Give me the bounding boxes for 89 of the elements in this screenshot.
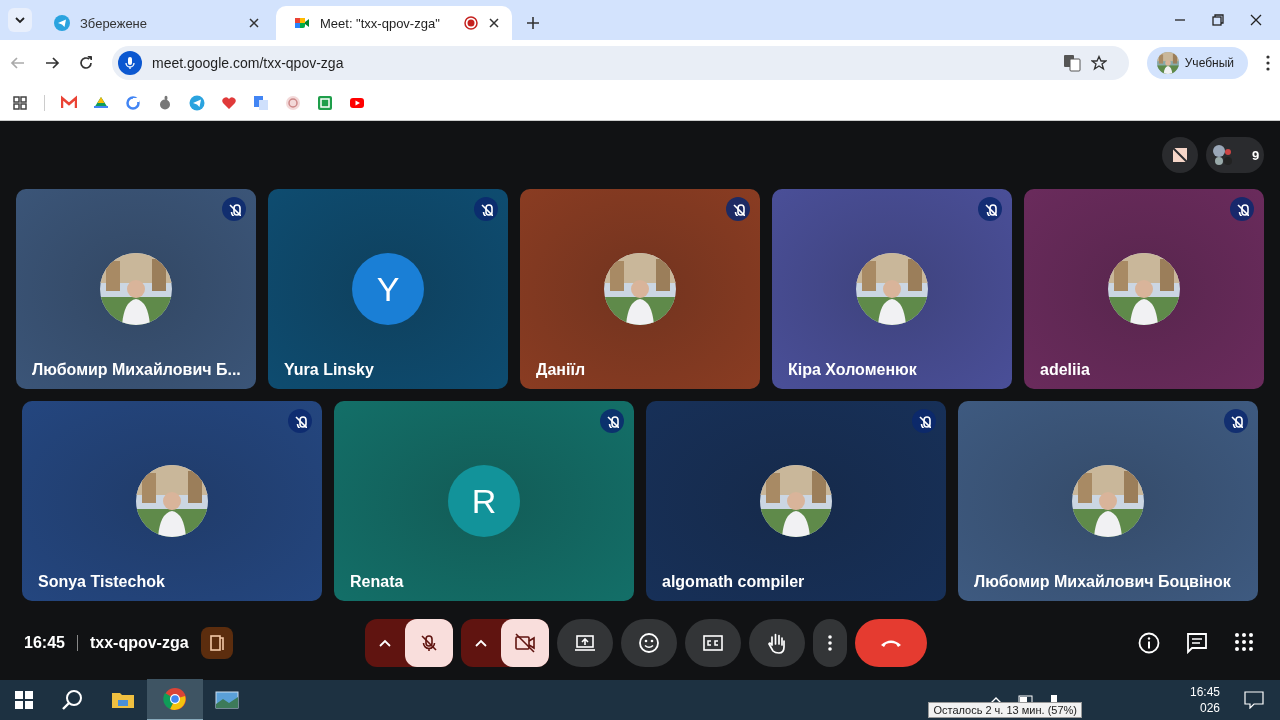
avatar-stack-icon	[1210, 144, 1233, 166]
forward-arrow-icon[interactable]	[44, 54, 60, 71]
camera-off-icon	[514, 632, 536, 653]
info-icon[interactable]	[1138, 631, 1160, 654]
participant-name: Даніїл	[536, 361, 586, 379]
microphone-button[interactable]	[118, 50, 142, 75]
profile-button[interactable]: Учебный	[1146, 46, 1248, 79]
meeting-code: txx-qpov-zga	[89, 633, 189, 652]
apps-grid-icon[interactable]	[12, 94, 28, 111]
notifications-icon[interactable]	[1244, 691, 1264, 709]
browser-tab[interactable]: Meet: "txx-qpov-zga"	[276, 6, 512, 40]
tab-title: Збережене	[80, 15, 149, 31]
translate-icon[interactable]	[253, 94, 269, 111]
participant-name: Yura Linsky	[284, 361, 374, 379]
participant-name: Любомир Михайлович Боцвінок	[974, 573, 1231, 591]
tab-title: Meet: "txx-qpov-zga"	[320, 15, 441, 31]
mic-off-icon	[605, 414, 619, 428]
mic-off-icon	[983, 202, 997, 216]
more-vertical-icon[interactable]	[1266, 54, 1270, 71]
taskbar-time: 16:45	[1189, 684, 1220, 700]
browser-tab[interactable]: Збережене	[36, 6, 272, 40]
microphone-button[interactable]	[405, 618, 453, 667]
mic-off-icon	[917, 414, 931, 428]
paper-plane-icon[interactable]	[189, 94, 205, 111]
leave-call-button[interactable]	[855, 618, 927, 667]
avatar-letter: R	[448, 465, 520, 537]
close-icon[interactable]	[1250, 14, 1262, 26]
present-button[interactable]	[557, 618, 613, 667]
mic-off-icon	[1235, 202, 1249, 216]
mic-off-icon	[419, 632, 439, 653]
browser-logo-icon	[163, 687, 187, 711]
search-icon	[61, 689, 83, 711]
door-icon	[208, 633, 225, 652]
meeting-time: 16:45	[24, 633, 65, 652]
folder-icon	[111, 690, 135, 710]
mic-off-icon	[479, 202, 493, 216]
apps-grid-icon[interactable]	[1234, 631, 1254, 652]
camera-icon	[294, 15, 310, 31]
close-icon[interactable]	[488, 17, 500, 29]
windows-logo-icon	[15, 691, 33, 709]
participants-button[interactable]: 9	[1206, 137, 1264, 173]
microphone-icon	[124, 55, 136, 70]
apple-icon[interactable]	[157, 94, 173, 111]
battery-tooltip: Осталось 2 ч. 13 мин. (57%)	[928, 702, 1082, 718]
mic-off-icon	[293, 414, 307, 428]
restore-icon[interactable]	[1212, 14, 1224, 26]
tab-search-button[interactable]	[8, 8, 32, 32]
more-vertical-icon	[828, 634, 832, 651]
participant-name: adeliia	[1040, 361, 1090, 379]
landscape-icon	[215, 691, 239, 709]
more-options-button[interactable]	[813, 618, 847, 667]
reload-icon[interactable]	[78, 54, 94, 71]
camera-off-button[interactable]	[1162, 137, 1198, 173]
chevron-down-icon	[15, 15, 25, 25]
mic-off-icon	[1229, 414, 1243, 428]
taskbar-date: 026	[1199, 700, 1220, 716]
hand-icon	[767, 631, 787, 654]
heart-icon[interactable]	[221, 94, 237, 111]
captions-button[interactable]	[685, 618, 741, 667]
mic-off-icon	[227, 202, 241, 216]
letter-g-icon[interactable]	[125, 94, 141, 111]
plus-icon[interactable]	[526, 16, 540, 30]
browser-taskbar-button[interactable]	[147, 679, 203, 720]
participant-name: Любомир Михайлович Б...	[32, 361, 241, 379]
raise-hand-button[interactable]	[749, 618, 805, 667]
participant-name: Кіра Холоменюк	[788, 361, 917, 379]
caret-up-icon	[379, 638, 391, 647]
star-icon[interactable]	[1090, 54, 1107, 71]
avatar-letter: Y	[352, 253, 424, 325]
reactions-button[interactable]	[621, 618, 677, 667]
close-icon[interactable]	[248, 17, 260, 29]
paper-plane-icon	[54, 15, 70, 31]
smiley-icon	[638, 631, 660, 654]
translate-icon[interactable]	[1062, 53, 1081, 72]
host-controls-button[interactable]	[200, 626, 233, 659]
target-icon[interactable]	[285, 94, 301, 111]
grid-off-icon	[1171, 146, 1189, 164]
participant-name: algomath compiler	[662, 573, 805, 591]
chat-icon[interactable]	[1186, 631, 1208, 654]
grid-sheet-icon[interactable]	[317, 94, 333, 111]
participant-name: Sonya Tistechok	[38, 573, 165, 591]
mic-off-icon	[731, 202, 745, 216]
mail-icon[interactable]	[61, 94, 77, 111]
captions-icon	[703, 634, 723, 651]
caret-up-icon	[475, 638, 487, 647]
participant-count: 9	[1252, 147, 1260, 163]
present-screen-icon	[574, 632, 596, 653]
participant-name: Renata	[350, 573, 404, 591]
camera-button[interactable]	[501, 618, 549, 667]
